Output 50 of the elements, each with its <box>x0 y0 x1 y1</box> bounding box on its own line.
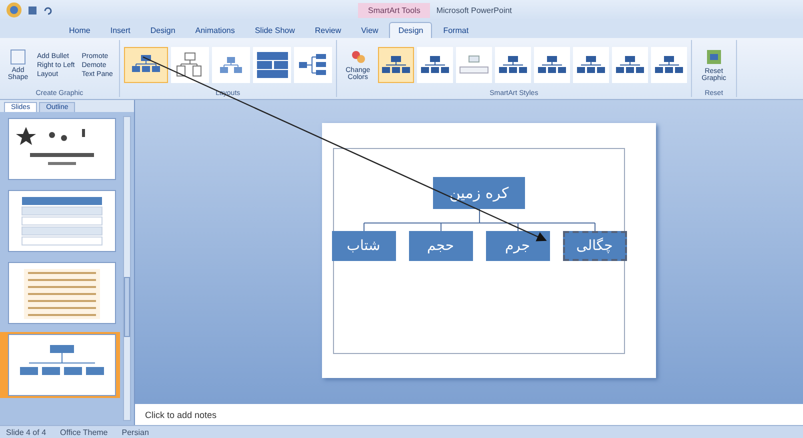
save-icon <box>28 6 37 14</box>
org-chart-node: کره زمین <box>433 176 525 208</box>
org-chart-node: چگالی <box>562 230 626 260</box>
layout-option[interactable] <box>124 47 168 83</box>
org-chart-style-icon <box>498 55 528 75</box>
style-option[interactable] <box>612 47 648 83</box>
style-option[interactable] <box>534 47 570 83</box>
style-option[interactable] <box>494 47 531 83</box>
slide-counter: Slide 4 of 4 <box>6 428 46 436</box>
notes-field[interactable]: Click to add notes <box>135 401 803 425</box>
layout-option[interactable] <box>294 47 332 83</box>
org-chart-style-icon <box>654 55 684 75</box>
office-logo-icon <box>6 2 22 18</box>
theme-name: Office Theme <box>60 428 108 436</box>
layout-option[interactable] <box>252 47 291 83</box>
ribbon-tab[interactable]: Home <box>60 22 100 38</box>
slide-thumbnail[interactable] <box>0 332 120 398</box>
table-layout-icon <box>256 51 288 79</box>
org-chart-node: جرم <box>486 230 550 260</box>
org-chart-node: حجم <box>408 230 472 260</box>
notes-placeholder: Click to add notes <box>145 410 217 420</box>
ribbon-tab[interactable]: Design <box>141 22 184 38</box>
org-chart-style-icon <box>614 55 645 75</box>
ribbon-tab[interactable]: Review <box>306 22 350 38</box>
shape-icon <box>10 48 26 65</box>
layout-option[interactable] <box>170 47 209 83</box>
org-chart-style-icon <box>576 55 606 75</box>
org-chart-style-icon <box>420 55 450 75</box>
style-option[interactable] <box>650 47 687 83</box>
style-option[interactable] <box>572 47 609 83</box>
style-option[interactable] <box>416 47 453 83</box>
ribbon-tab[interactable]: Design <box>389 22 432 38</box>
contextual-tab-label: SmartArt Tools <box>358 2 430 18</box>
style-option[interactable] <box>378 47 414 83</box>
org-chart-node: شتاب <box>332 230 396 260</box>
palette-icon <box>350 48 366 65</box>
ribbon-tab[interactable]: View <box>352 22 388 38</box>
ribbon-tab[interactable]: Animations <box>186 22 244 38</box>
window-title: Microsoft PowerPoint <box>436 6 512 14</box>
language-indicator: Persian <box>122 428 149 436</box>
ribbon-tab[interactable]: Slide Show <box>246 22 304 38</box>
reset-graphic-icon <box>704 48 723 66</box>
horizontal-hierarchy-icon <box>298 53 328 77</box>
ribbon-tab[interactable]: Format <box>434 22 478 38</box>
undo-icon <box>43 6 52 14</box>
org-chart-style-icon <box>380 55 411 75</box>
org-chart-style-icon <box>458 55 489 75</box>
ribbon-tab[interactable]: Insert <box>101 22 140 38</box>
scrollbar[interactable] <box>123 116 131 421</box>
org-chart-style-icon <box>536 55 567 75</box>
